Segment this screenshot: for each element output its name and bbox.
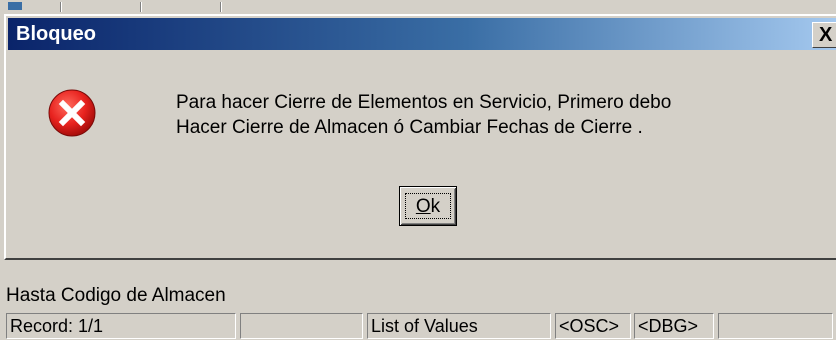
ok-button[interactable]: Ok [399, 186, 457, 226]
status-list-of-values: List of Values [367, 313, 551, 339]
toolbar-separator [220, 2, 222, 12]
message-line: Para hacer Cierre de Elementos en Servic… [176, 92, 672, 113]
ok-button-label: Ok [405, 193, 451, 219]
dialog-message: Para hacer Cierre de Elementos en Servic… [176, 90, 671, 140]
error-icon [48, 89, 96, 137]
message-line: Hacer Cierre de Almacen ó Cambiar Fechas… [176, 117, 643, 138]
close-button[interactable]: X [812, 22, 836, 48]
toolbar-icon[interactable] [8, 2, 22, 10]
status-dbg: <DBG> [634, 313, 714, 339]
dialog-title: Bloqueo [16, 23, 96, 45]
status-bar: Record: 1/1 List of Values <OSC> <DBG> [0, 311, 836, 340]
dialog-titlebar[interactable]: Bloqueo X [8, 18, 836, 50]
status-field-blank [718, 313, 833, 339]
status-record: Record: 1/1 [6, 313, 236, 339]
toolbar-separator [60, 2, 62, 12]
status-osc: <OSC> [555, 313, 631, 339]
status-hint: Hasta Codigo de Almacen [6, 285, 226, 306]
toolbar-separator [140, 2, 142, 12]
status-field-blank [240, 313, 363, 339]
